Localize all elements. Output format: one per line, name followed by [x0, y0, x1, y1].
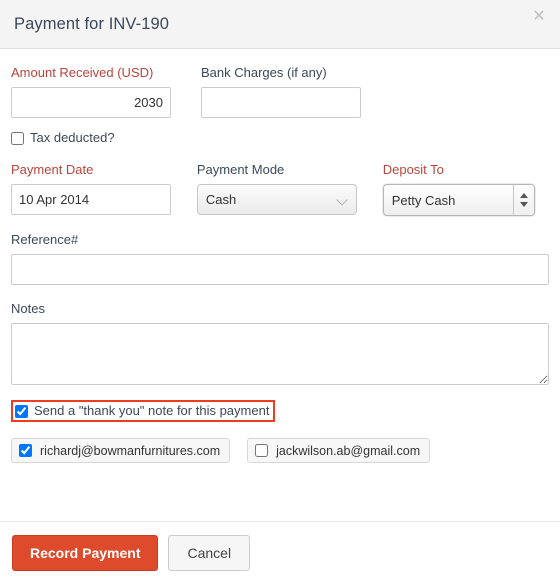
thank-you-row: Send a "thank you" note for this payment [11, 400, 549, 422]
tax-deducted-row[interactable]: Tax deducted? [11, 130, 549, 146]
deposit-to-label: Deposit To [382, 162, 444, 177]
deposit-to-select[interactable]: Petty Cash [383, 185, 534, 215]
amount-received-label: Amount Received (USD) [11, 65, 154, 80]
payment-details-row: Payment Date Payment Mode Cash Deposit T… [11, 162, 549, 216]
dialog-body: Amount Received (USD) Bank Charges (if a… [0, 49, 560, 521]
amount-row: Amount Received (USD) Bank Charges (if a… [11, 65, 549, 118]
email-chip[interactable]: jackwilson.ab@gmail.com [247, 438, 431, 463]
amount-received-input[interactable] [11, 87, 171, 118]
email-chip[interactable]: richardj@bowmanfurnitures.com [11, 438, 231, 463]
close-icon[interactable]: ✕ [529, 7, 549, 27]
deposit-to-field: Deposit To Petty Cash [382, 162, 549, 216]
dialog-header: Payment for INV-190 ✕ [0, 0, 560, 49]
amount-received-field: Amount Received (USD) [11, 65, 201, 118]
notes-label: Notes [11, 301, 45, 316]
reference-input[interactable] [11, 254, 549, 285]
thank-you-label: Send a "thank you" note for this payment [34, 403, 270, 418]
email-recipients-row: richardj@bowmanfurnitures.com jackwilson… [11, 438, 549, 463]
email-address: richardj@bowmanfurnitures.com [40, 443, 221, 458]
payment-mode-select-wrap: Cash [196, 184, 357, 215]
payment-dialog: Payment for INV-190 ✕ Amount Received (U… [0, 0, 560, 584]
thank-you-highlight[interactable]: Send a "thank you" note for this payment [11, 400, 276, 422]
bank-charges-input[interactable] [201, 87, 361, 118]
dialog-footer: Record Payment Cancel [0, 521, 560, 584]
payment-mode-select[interactable]: Cash [196, 184, 357, 215]
payment-date-field: Payment Date [11, 162, 197, 215]
payment-date-label: Payment Date [11, 162, 94, 177]
page-title: Payment for INV-190 [14, 14, 170, 33]
payment-date-input[interactable] [11, 184, 171, 215]
notes-field: Notes [11, 301, 549, 388]
tax-deducted-checkbox[interactable] [11, 131, 24, 145]
reference-label: Reference# [11, 232, 79, 247]
cancel-button[interactable]: Cancel [168, 535, 251, 571]
email-checkbox[interactable] [255, 444, 269, 457]
tax-deducted-label: Tax deducted? [30, 130, 115, 145]
deposit-to-select-wrap: Petty Cash [382, 184, 535, 216]
notes-textarea[interactable] [11, 323, 549, 385]
email-checkbox[interactable] [19, 444, 32, 457]
bank-charges-label: Bank Charges (if any) [201, 65, 327, 80]
reference-field: Reference# [11, 232, 549, 285]
payment-mode-field: Payment Mode Cash [196, 162, 383, 215]
email-address: jackwilson.ab@gmail.com [276, 443, 421, 458]
bank-charges-field: Bank Charges (if any) [201, 65, 391, 118]
record-payment-button[interactable]: Record Payment [12, 535, 159, 571]
thank-you-checkbox[interactable] [15, 404, 28, 418]
payment-mode-label: Payment Mode [196, 162, 285, 177]
